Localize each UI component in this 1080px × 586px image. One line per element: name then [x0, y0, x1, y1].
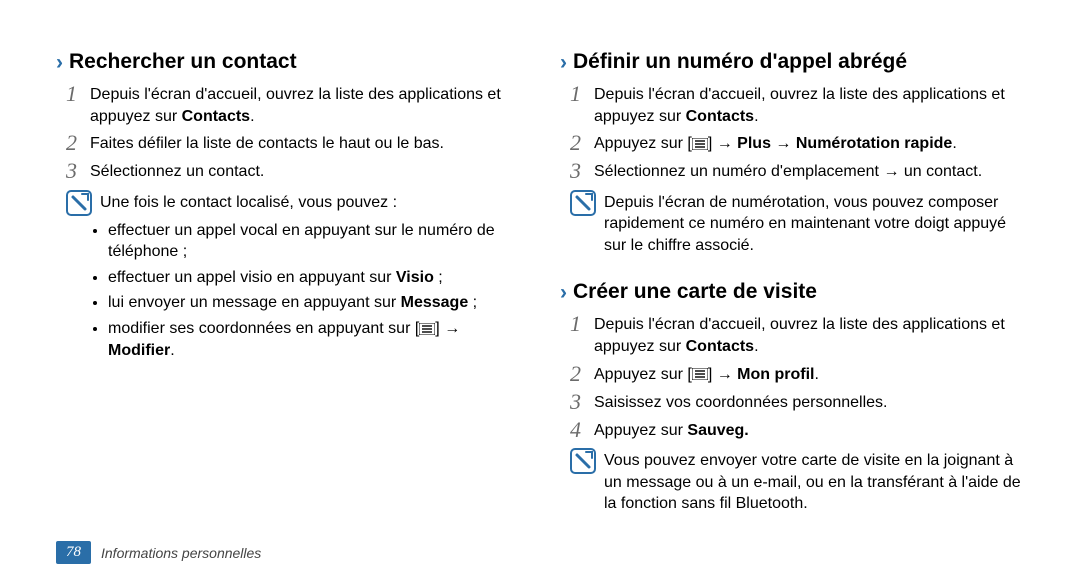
step-fragment: Depuis l'écran d'accueil, ouvrez la list…: [90, 86, 501, 125]
heading-text: Créer une carte de visite: [573, 280, 817, 304]
menu-key-icon: [692, 138, 708, 150]
heading-text: Définir un numéro d'appel abrégé: [573, 50, 907, 74]
fragment: ] →: [708, 366, 737, 383]
bullet-list: effectuer un appel vocal en appuyant sur…: [108, 220, 528, 362]
step-row: 1 Depuis l'écran d'accueil, ouvrez la li…: [570, 312, 1032, 357]
note-text: Une fois le contact localisé, vous pouve…: [100, 190, 397, 214]
note-icon: [570, 190, 596, 216]
step-row: 2 Faites défiler la liste de contacts le…: [66, 131, 528, 155]
heading-rechercher: › Rechercher un contact: [56, 50, 528, 74]
fragment: ;: [434, 269, 443, 286]
step-row: 3 Sélectionnez un numéro d'emplacement →…: [570, 159, 1032, 183]
fragment: lui envoyer un message en appuyant sur: [108, 294, 401, 311]
fragment: Appuyez sur [: [594, 366, 692, 383]
fragment: Depuis l'écran d'accueil, ouvrez la list…: [594, 316, 1005, 355]
step-number: 3: [570, 159, 594, 183]
step-text: Faites défiler la liste de contacts le h…: [90, 131, 444, 155]
bold: Mon profil: [737, 366, 814, 383]
fragment: ;: [468, 294, 477, 311]
step-number: 3: [570, 390, 594, 414]
section-title: Informations personnelles: [101, 545, 261, 561]
step-number: 2: [570, 131, 594, 155]
bold: Sauveg.: [687, 422, 748, 439]
note-block: Vous pouvez envoyer votre carte de visit…: [570, 448, 1032, 515]
step-text: Depuis l'écran d'accueil, ouvrez la list…: [594, 312, 1032, 357]
step-text: Appuyez sur [ ] → Plus → Numérotation rap…: [594, 131, 957, 155]
bold: Plus: [737, 135, 771, 152]
step-row: 3 Sélectionnez un contact.: [66, 159, 528, 183]
list-item: effectuer un appel vocal en appuyant sur…: [108, 220, 528, 263]
bold: Message: [401, 294, 469, 311]
menu-key-icon: [419, 323, 435, 335]
fragment: modifier ses coordonnées en appuyant sur…: [108, 320, 419, 337]
step-row: 3 Saisissez vos coordonnées personnelles…: [570, 390, 1032, 414]
list-item: effectuer un appel visio en appuyant sur…: [108, 267, 528, 289]
fragment: .: [754, 108, 758, 125]
fragment: effectuer un appel visio en appuyant sur: [108, 269, 396, 286]
fragment: .: [814, 366, 818, 383]
fragment: →: [771, 135, 796, 152]
step-number: 1: [570, 82, 594, 106]
heading-creer: › Créer une carte de visite: [560, 280, 1032, 304]
step-number: 3: [66, 159, 90, 183]
bold: Visio: [396, 269, 434, 286]
bold: Modifier: [108, 342, 170, 359]
fragment: ] →: [435, 320, 460, 337]
manual-page: › Rechercher un contact 1 Depuis l'écran…: [0, 0, 1080, 586]
heading-definir: › Définir un numéro d'appel abrégé: [560, 50, 1032, 74]
step-number: 2: [66, 131, 90, 155]
heading-text: Rechercher un contact: [69, 50, 297, 74]
right-column: › Définir un numéro d'appel abrégé 1 Dep…: [552, 48, 1032, 566]
note-icon: [570, 448, 596, 474]
note-block: Depuis l'écran de numérotation, vous pou…: [570, 190, 1032, 257]
step-bold: Contacts: [182, 108, 250, 125]
step-number: 1: [570, 312, 594, 336]
menu-key-icon: [692, 368, 708, 380]
fragment: .: [170, 342, 174, 359]
chevron-icon: ›: [560, 52, 567, 73]
step-number: 1: [66, 82, 90, 106]
step-text: Appuyez sur [ ] → Mon profil.: [594, 362, 819, 386]
fragment: Depuis l'écran d'accueil, ouvrez la list…: [594, 86, 1005, 125]
chevron-icon: ›: [56, 52, 63, 73]
note-block: Une fois le contact localisé, vous pouve…: [66, 190, 528, 216]
fragment: ] →: [708, 135, 737, 152]
step-text: Saisissez vos coordonnées personnelles.: [594, 390, 888, 414]
step-row: 2 Appuyez sur [ ] → Plus → Numérotation r…: [570, 131, 1032, 155]
note-text: Depuis l'écran de numérotation, vous pou…: [604, 190, 1032, 257]
fragment: .: [952, 135, 956, 152]
step-number: 4: [570, 418, 594, 442]
page-footer: 78 Informations personnelles: [56, 541, 261, 564]
step-number: 2: [570, 362, 594, 386]
step-fragment: .: [250, 108, 254, 125]
step-text: Sélectionnez un numéro d'emplacement → u…: [594, 159, 982, 183]
fragment: .: [754, 338, 758, 355]
chevron-icon: ›: [560, 282, 567, 303]
bold: Contacts: [686, 338, 754, 355]
left-column: › Rechercher un contact 1 Depuis l'écran…: [56, 48, 552, 566]
step-text: Sélectionnez un contact.: [90, 159, 264, 183]
step-row: 1 Depuis l'écran d'accueil, ouvrez la li…: [570, 82, 1032, 127]
step-row: 1 Depuis l'écran d'accueil, ouvrez la li…: [66, 82, 528, 127]
step-text: Depuis l'écran d'accueil, ouvrez la list…: [594, 82, 1032, 127]
note-icon: [66, 190, 92, 216]
step-row: 2 Appuyez sur [ ] → Mon profil.: [570, 362, 1032, 386]
page-number: 78: [56, 541, 91, 564]
bold: Numérotation rapide: [796, 135, 952, 152]
fragment: Appuyez sur: [594, 422, 687, 439]
bold: Contacts: [686, 108, 754, 125]
list-item: modifier ses coordonnées en appuyant sur…: [108, 318, 528, 361]
step-text: Appuyez sur Sauveg.: [594, 418, 749, 442]
step-text: Depuis l'écran d'accueil, ouvrez la list…: [90, 82, 528, 127]
fragment: Appuyez sur [: [594, 135, 692, 152]
note-text: Vous pouvez envoyer votre carte de visit…: [604, 448, 1032, 515]
list-item: lui envoyer un message en appuyant sur M…: [108, 292, 528, 314]
step-row: 4 Appuyez sur Sauveg.: [570, 418, 1032, 442]
